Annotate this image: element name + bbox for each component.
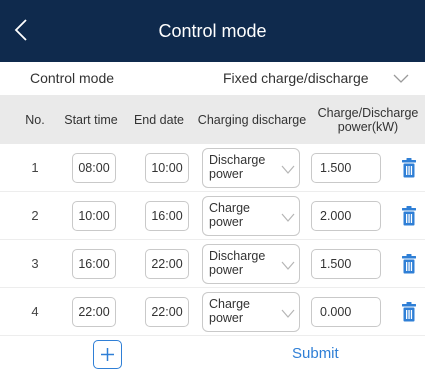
plus-icon xyxy=(101,348,114,361)
column-header-start-time: Start time xyxy=(64,112,118,127)
control-mode-row[interactable]: Control mode Fixed charge/discharge xyxy=(0,62,425,95)
power-input[interactable]: 0.000 xyxy=(311,297,381,327)
column-header-no: No. xyxy=(25,112,45,127)
row-number: 4 xyxy=(31,304,39,319)
row-number: 1 xyxy=(31,160,39,175)
chevron-down-icon[interactable] xyxy=(393,72,409,84)
table-row: 1 08:00 10:00 Discharge power 1.500 xyxy=(0,144,425,192)
chevron-down-icon xyxy=(281,213,295,222)
charge-mode-value: Discharge power xyxy=(209,249,266,277)
column-header-end-date: End date xyxy=(133,112,185,127)
charge-mode-select[interactable]: Discharge power xyxy=(202,148,300,188)
start-time-input[interactable]: 16:00 xyxy=(72,249,116,279)
end-time-input[interactable]: 10:00 xyxy=(145,153,189,183)
charge-mode-select[interactable]: Charge power xyxy=(202,196,300,236)
add-row-button[interactable] xyxy=(93,340,122,369)
power-input[interactable]: 2.000 xyxy=(311,201,381,231)
chevron-down-icon xyxy=(281,261,295,270)
chevron-down-icon xyxy=(281,165,295,174)
trash-icon[interactable] xyxy=(401,254,417,274)
end-time-input[interactable]: 22:00 xyxy=(145,249,189,279)
page-title: Control mode xyxy=(158,21,267,41)
start-time-input[interactable]: 08:00 xyxy=(72,153,116,183)
row-number: 2 xyxy=(31,208,39,223)
submit-button[interactable]: Submit xyxy=(292,341,339,367)
start-time-input[interactable]: 10:00 xyxy=(72,201,116,231)
end-time-input[interactable]: 16:00 xyxy=(145,201,189,231)
control-mode-label: Control mode xyxy=(30,70,115,86)
trash-icon[interactable] xyxy=(401,158,417,178)
column-header-power: Charge/Discharge power(kW) xyxy=(317,105,419,134)
charge-mode-value: Discharge power xyxy=(209,153,266,181)
table-header: No. Start time End date Charging dischar… xyxy=(0,95,425,144)
power-input[interactable]: 1.500 xyxy=(311,153,381,183)
charge-mode-select[interactable]: Discharge power xyxy=(202,244,300,284)
table-row: 4 22:00 22:00 Charge power 0.000 xyxy=(0,288,425,336)
power-input[interactable]: 1.500 xyxy=(311,249,381,279)
trash-icon[interactable] xyxy=(401,302,417,322)
start-time-input[interactable]: 22:00 xyxy=(72,297,116,327)
table-row: 3 16:00 22:00 Discharge power 1.500 xyxy=(0,240,425,288)
charge-mode-value: Charge power xyxy=(209,297,250,325)
charge-mode-select[interactable]: Charge power xyxy=(202,292,300,332)
chevron-down-icon xyxy=(281,309,295,318)
footer-actions: Submit xyxy=(0,336,425,376)
column-header-charging-discharge: Charging discharge xyxy=(197,112,307,127)
control-mode-select[interactable]: Fixed charge/discharge xyxy=(223,62,369,95)
app-header: Control mode xyxy=(0,0,425,62)
table-row: 2 10:00 16:00 Charge power 2.000 xyxy=(0,192,425,240)
charge-mode-value: Charge power xyxy=(209,201,250,229)
end-time-input[interactable]: 22:00 xyxy=(145,297,189,327)
row-number: 3 xyxy=(31,256,39,271)
trash-icon[interactable] xyxy=(401,206,417,226)
